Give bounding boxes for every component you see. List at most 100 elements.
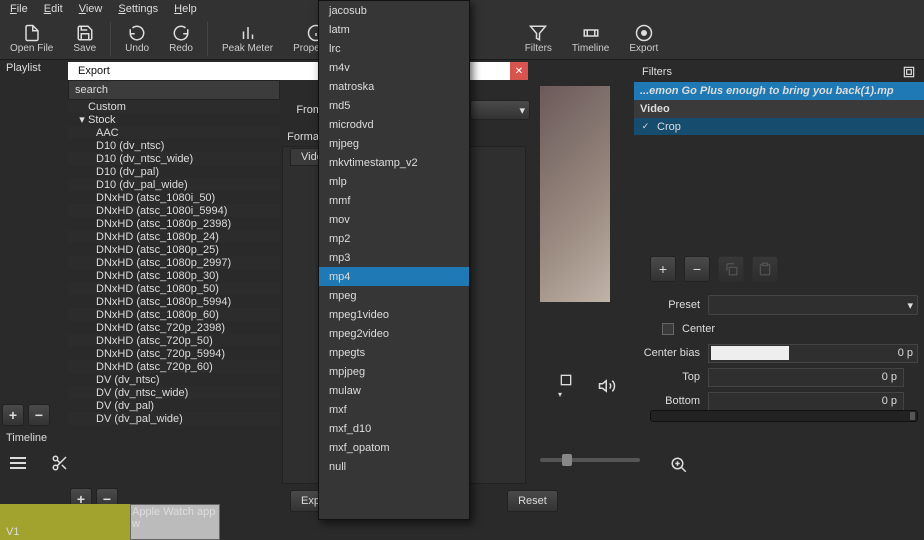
format-option[interactable]: mlp (319, 172, 469, 191)
playlist-remove-button[interactable]: − (28, 404, 50, 426)
bottom-field[interactable]: 0 p (708, 392, 904, 411)
chevron-down-icon: ▾ (907, 299, 913, 312)
format-option[interactable]: m4v (319, 58, 469, 77)
filter-copy-button[interactable] (718, 256, 744, 282)
volume-icon[interactable] (598, 377, 616, 395)
hamburger-icon[interactable] (4, 452, 32, 474)
preset-item[interactable]: DNxHD (atsc_1080p_50) (68, 282, 280, 295)
preset-item[interactable]: DNxHD (atsc_1080p_2997) (68, 256, 280, 269)
menu-edit[interactable]: Edit (36, 1, 71, 17)
search-input[interactable]: search (68, 80, 280, 100)
filter-item-crop[interactable]: ✓ Crop (634, 118, 924, 135)
peak-meter-button[interactable]: Peak Meter (212, 18, 283, 60)
preset-item[interactable]: DV (dv_ntsc) (68, 373, 280, 386)
center-label: Center (682, 323, 715, 335)
preset-item[interactable]: DNxHD (atsc_1080p_25) (68, 243, 280, 256)
close-icon[interactable]: ✕ (510, 62, 528, 80)
menu-settings[interactable]: Settings (110, 1, 166, 17)
format-option[interactable]: mpeg (319, 286, 469, 305)
format-option[interactable]: mpegts (319, 343, 469, 362)
format-option[interactable]: mpjpeg (319, 362, 469, 381)
filter-remove-button[interactable]: − (684, 256, 710, 282)
preset-item[interactable]: ▾Stock (68, 113, 280, 126)
format-option[interactable]: mpeg1video (319, 305, 469, 324)
format-option[interactable]: mxf_d10 (319, 419, 469, 438)
clip[interactable]: Apple Watch app w (130, 504, 220, 540)
format-option[interactable]: matroska (319, 77, 469, 96)
checkmark-icon: ✓ (640, 121, 651, 132)
preset-item[interactable]: DV (dv_pal) (68, 399, 280, 412)
preset-item[interactable]: D10 (dv_ntsc) (68, 139, 280, 152)
preset-item[interactable]: DNxHD (atsc_720p_2398) (68, 321, 280, 334)
chevron-down-icon: ▾ (519, 104, 525, 117)
preset-item[interactable]: DNxHD (atsc_1080i_5994) (68, 204, 280, 217)
redo-button[interactable]: Redo (159, 18, 203, 60)
preset-item[interactable]: DNxHD (atsc_1080p_2398) (68, 217, 280, 230)
menu-view[interactable]: View (71, 1, 111, 17)
playlist-add-button[interactable]: + (2, 404, 24, 426)
from-combo[interactable]: ▾ (470, 100, 530, 120)
scrollbar-horizontal[interactable] (650, 410, 918, 422)
bottom-label: Bottom (640, 395, 700, 407)
filter-paste-button[interactable] (752, 256, 778, 282)
track-header[interactable]: V1 (0, 504, 130, 540)
fit-icon[interactable]: ▾ (558, 372, 574, 400)
preset-item[interactable]: DNxHD (atsc_720p_60) (68, 360, 280, 373)
format-option[interactable]: mxf_opatom (319, 438, 469, 457)
timeline-icon (582, 24, 600, 42)
preset-item[interactable]: DNxHD (atsc_1080i_50) (68, 191, 280, 204)
preset-item[interactable]: D10 (dv_pal_wide) (68, 178, 280, 191)
filter-source-file[interactable]: ...emon Go Plus enough to bring you back… (634, 82, 924, 100)
preset-item[interactable]: DV (dv_ntsc_wide) (68, 386, 280, 399)
filters-title: Filters (642, 66, 672, 78)
preset-tree[interactable]: Custom▾StockAACD10 (dv_ntsc)D10 (dv_ntsc… (68, 100, 280, 492)
format-option[interactable]: mp4 (319, 267, 469, 286)
format-option[interactable]: microdvd (319, 115, 469, 134)
format-dropdown[interactable]: jacosublatmlrcm4vmatroskamd5microdvdmjpe… (318, 0, 470, 520)
preset-item[interactable]: DNxHD (atsc_720p_50) (68, 334, 280, 347)
preset-item[interactable]: DNxHD (atsc_720p_5994) (68, 347, 280, 360)
preset-item[interactable]: DNxHD (atsc_1080p_60) (68, 308, 280, 321)
timeline-button[interactable]: Timeline (562, 18, 619, 60)
preset-item[interactable]: Custom (68, 100, 280, 113)
format-option[interactable]: mp3 (319, 248, 469, 267)
format-option[interactable]: md5 (319, 96, 469, 115)
format-option[interactable]: mov (319, 210, 469, 229)
format-option[interactable]: mxf (319, 400, 469, 419)
format-option[interactable]: mp2 (319, 229, 469, 248)
redo-icon (172, 24, 190, 42)
menu-help[interactable]: Help (166, 1, 205, 17)
export-button[interactable]: Export (619, 18, 668, 60)
undo-button[interactable]: Undo (115, 18, 159, 60)
open-file-button[interactable]: Open File (0, 18, 63, 60)
format-option[interactable]: mpeg2video (319, 324, 469, 343)
format-option[interactable]: jacosub (319, 1, 469, 20)
centerbias-bar[interactable] (711, 346, 789, 360)
scissors-icon[interactable] (46, 452, 74, 474)
preset-item[interactable]: DNxHD (atsc_1080p_24) (68, 230, 280, 243)
top-field[interactable]: 0 p (708, 368, 904, 387)
preset-item[interactable]: DNxHD (atsc_1080p_30) (68, 269, 280, 282)
center-checkbox[interactable] (662, 323, 674, 335)
undock-icon[interactable] (902, 65, 916, 79)
preset-combo[interactable]: ▾ (708, 295, 918, 315)
preset-item[interactable]: AAC (68, 126, 280, 139)
menu-file[interactable]: File (2, 1, 36, 17)
format-option[interactable]: mjpeg (319, 134, 469, 153)
filter-add-button[interactable]: + (650, 256, 676, 282)
preset-item[interactable]: D10 (dv_pal) (68, 165, 280, 178)
filters-button[interactable]: Filters (515, 18, 562, 60)
preset-item[interactable]: DNxHD (atsc_1080p_5994) (68, 295, 280, 308)
format-option[interactable]: mulaw (319, 381, 469, 400)
format-option[interactable]: mkvtimestamp_v2 (319, 153, 469, 172)
format-option[interactable]: lrc (319, 39, 469, 58)
save-button[interactable]: Save (63, 18, 106, 60)
format-option[interactable]: latm (319, 20, 469, 39)
format-option[interactable]: null (319, 457, 469, 476)
preset-item[interactable]: D10 (dv_ntsc_wide) (68, 152, 280, 165)
zoom-in-icon[interactable] (670, 456, 688, 474)
zoom-slider[interactable] (540, 458, 640, 462)
format-option[interactable]: mmf (319, 191, 469, 210)
preset-item[interactable]: DV (dv_pal_wide) (68, 412, 280, 425)
reset-button[interactable]: Reset (507, 490, 558, 512)
